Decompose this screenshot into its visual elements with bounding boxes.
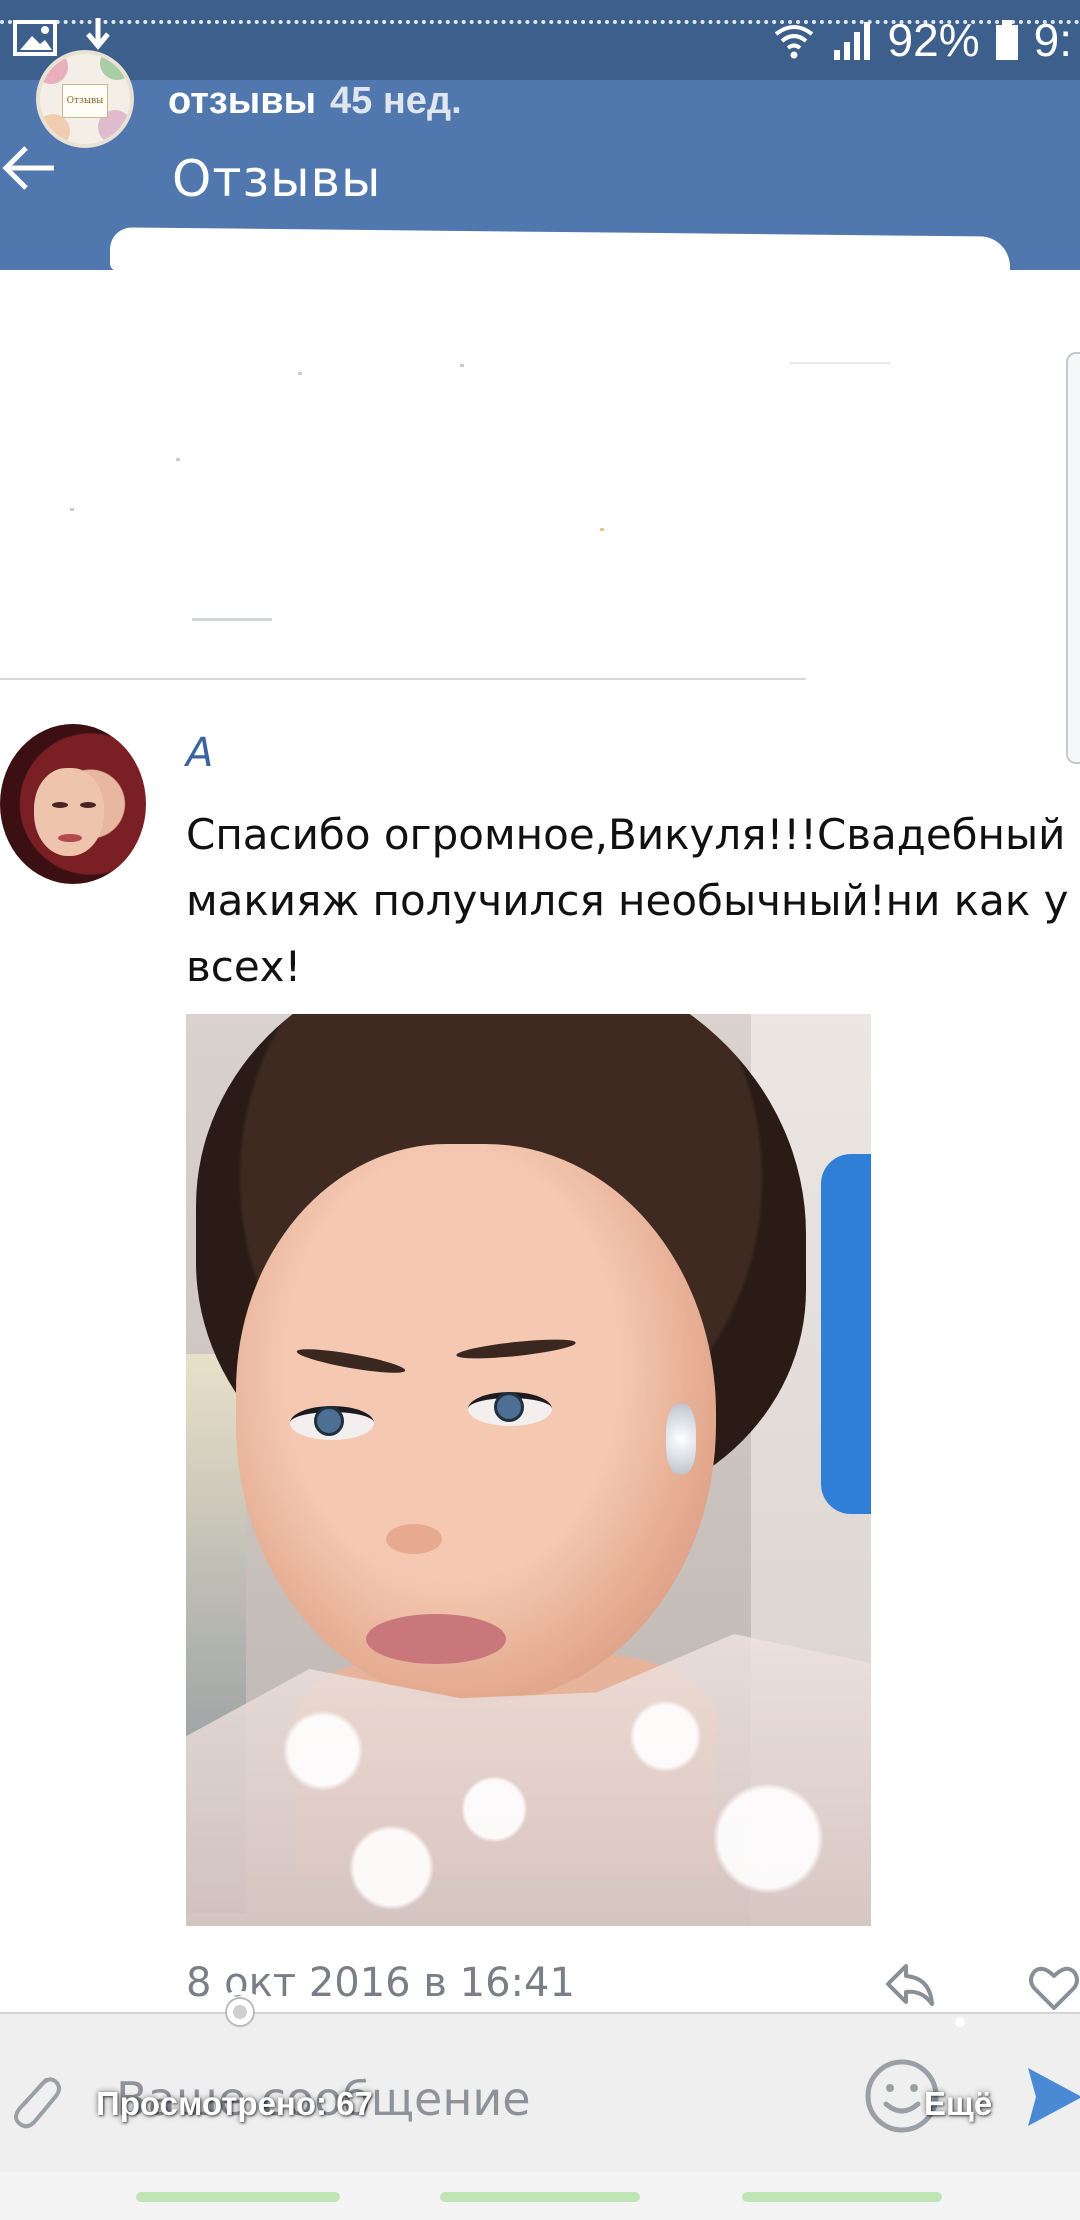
- speck: [790, 362, 890, 364]
- battery-percent: 92%: [887, 14, 980, 66]
- photo-nose: [386, 1524, 442, 1554]
- photo-earring: [666, 1404, 696, 1474]
- photo-lips: [366, 1614, 506, 1664]
- attach-icon[interactable]: [6, 2068, 62, 2132]
- story-segment: [136, 2192, 340, 2202]
- scrollbar[interactable]: [1066, 352, 1080, 764]
- commenter-name[interactable]: А: [186, 730, 213, 776]
- back-arrow-icon[interactable]: [0, 138, 60, 198]
- flower-decoration: [40, 54, 68, 84]
- clock: 9:: [1033, 14, 1072, 66]
- wifi-icon: [774, 25, 813, 59]
- more-button[interactable]: Ещё: [924, 2085, 992, 2123]
- photo-blue-object: [821, 1154, 871, 1514]
- avatar-eye: [80, 802, 96, 808]
- eye-icon: [210, 1991, 270, 2027]
- status-indicators: 92% 9:: [772, 14, 1072, 66]
- reply-icon[interactable]: [882, 1956, 938, 2012]
- speck: [176, 458, 180, 461]
- heart-icon[interactable]: [1026, 1960, 1080, 2016]
- page-title: Отзывы: [172, 150, 382, 208]
- speck: [600, 528, 604, 531]
- previous-post-area: [0, 272, 1080, 680]
- avatar-lips: [58, 834, 82, 842]
- photo-iris: [494, 1392, 524, 1422]
- photo-iris: [314, 1406, 344, 1436]
- story-segment: [742, 2192, 942, 2202]
- avatar-face: [34, 768, 104, 856]
- commenter-avatar[interactable]: [0, 724, 146, 884]
- send-icon[interactable]: [1024, 2062, 1080, 2132]
- battery-icon: [995, 20, 1018, 60]
- story-title[interactable]: отзывы 45 нед.: [168, 80, 462, 123]
- post-divider: [0, 678, 806, 680]
- story-age: 45 нед.: [330, 80, 462, 122]
- speck: [192, 618, 272, 621]
- views-count[interactable]: Просмотрено: 67: [96, 2085, 373, 2123]
- avatar-eye: [52, 802, 68, 808]
- signal-icon: [833, 22, 870, 60]
- story-name: отзывы: [168, 80, 317, 122]
- story-progress: [0, 2172, 1080, 2220]
- story-segment: [440, 2192, 640, 2202]
- speck: [460, 364, 464, 367]
- more-dots-icon[interactable]: [950, 1976, 970, 2030]
- speck: [298, 372, 302, 375]
- speck: [70, 508, 74, 511]
- status-bar: 92% 9:: [0, 0, 1080, 80]
- comment-text: Спасибо огромное,Викуля!!!Свадебный маки…: [186, 810, 1069, 991]
- avatar-plaque: Отзывы: [62, 84, 108, 118]
- story-avatar[interactable]: Отзывы: [36, 50, 134, 148]
- comment-photo[interactable]: [186, 1014, 871, 1926]
